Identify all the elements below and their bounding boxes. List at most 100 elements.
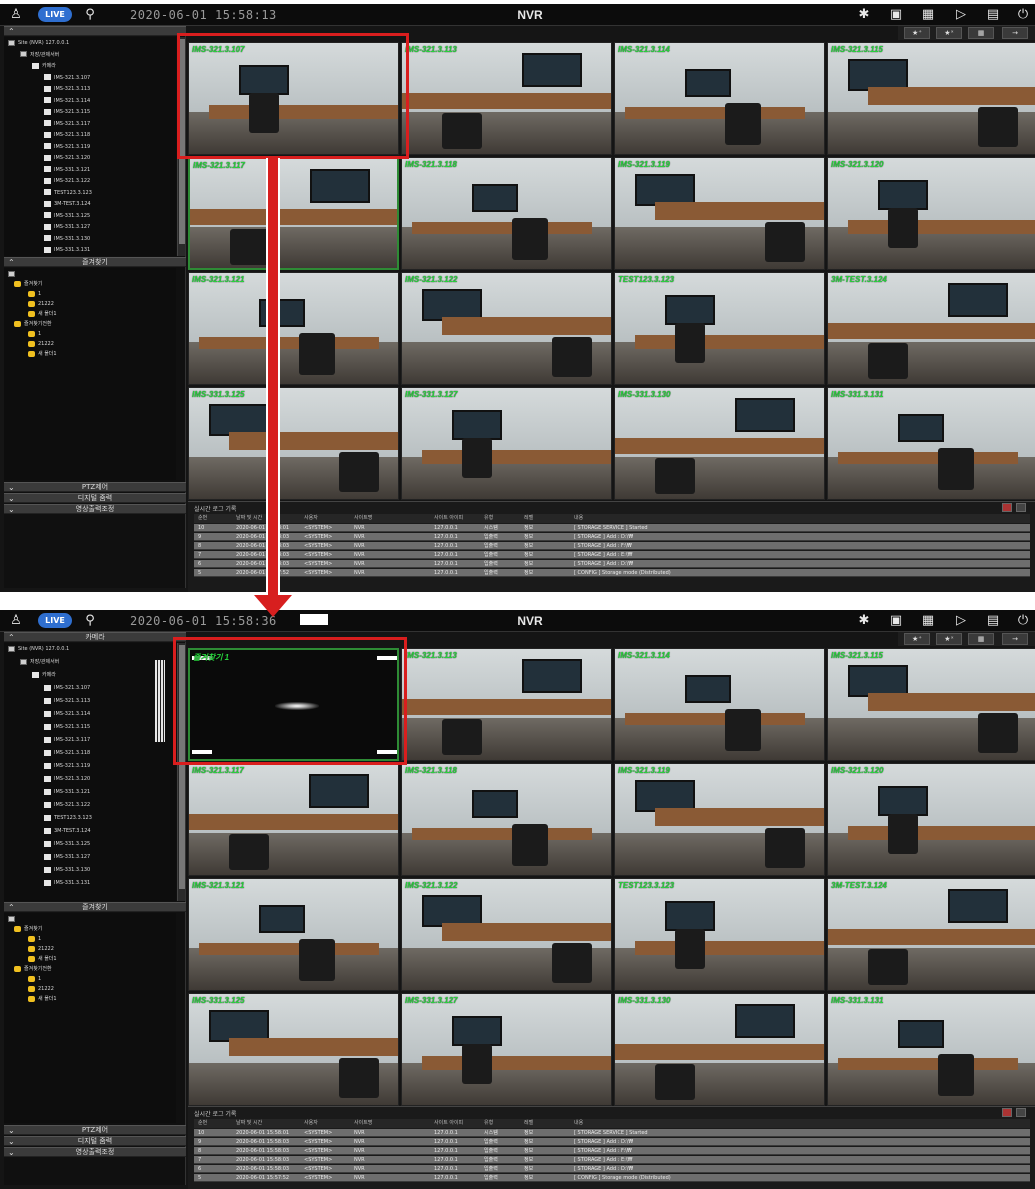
log-row[interactable]: 10 2020-06-01 15:58:01 <SYSTEM> NVR 127.0.0.… (194, 524, 1030, 532)
ptz-panel-header[interactable]: ⌄ PTZ제어 (4, 482, 186, 492)
tree-item[interactable]: IMS-331.3.125 (44, 840, 90, 849)
camera-tile[interactable]: IMS-321.3.121 (188, 272, 399, 385)
video-output-panel-header[interactable]: ⌄ 영상출력조정 (4, 504, 186, 514)
log-row[interactable]: 6 2020-06-01 15:58:03 <SYSTEM> NVR 127.0.0.1… (194, 560, 1030, 568)
camera-tile[interactable]: IMS-331.3.130 (614, 387, 825, 500)
camera-panel-header[interactable]: ⌃ (4, 26, 186, 36)
ptz-panel-header[interactable]: ⌄ PTZ제어 (4, 1125, 186, 1135)
tree-item[interactable]: IMS-331.3.127 (44, 223, 90, 232)
monitor-icon[interactable]: ▤ (985, 7, 1001, 23)
camera-tile[interactable]: IMS-331.3.125 (188, 387, 399, 500)
tree-item[interactable]: TEST123.3.123 (44, 189, 92, 198)
camera-tile[interactable]: IMS-331.3.125 (188, 993, 399, 1106)
tree-item[interactable]: TEST123.3.123 (44, 814, 92, 823)
tree-item[interactable]: IMS-321.3.118 (44, 749, 90, 758)
power-icon[interactable]: ⏻ (1015, 7, 1031, 23)
camera-tile[interactable]: IMS-321.3.117 (188, 763, 399, 876)
tree-item[interactable]: IMS-331.3.131 (44, 246, 90, 255)
camera-tile[interactable]: IMS-321.3.119 (614, 763, 825, 876)
log-row[interactable]: 10 2020-06-01 15:58:01 <SYSTEM> NVR 127.0.0.… (194, 1129, 1030, 1137)
favorite-item[interactable]: 새 폴더1 (28, 310, 57, 319)
log-clear-button[interactable] (1002, 1108, 1012, 1117)
favorite-item[interactable]: 즐겨찾기 (14, 280, 42, 289)
tree-item[interactable]: IMS-321.3.122 (44, 801, 90, 810)
tree-item[interactable]: IMS-321.3.113 (44, 85, 90, 94)
log-row[interactable]: 7 2020-06-01 15:58:03 <SYSTEM> NVR 127.0.0.1… (194, 1156, 1030, 1164)
tree-item[interactable]: IMS-321.3.107 (44, 684, 90, 693)
camera-tile[interactable]: IMS-331.3.131 (827, 387, 1035, 500)
tree-item[interactable]: 3M-TEST.3.124 (44, 827, 91, 836)
favorite-item[interactable]: 21222 (28, 945, 54, 954)
camera-tile[interactable]: IMS-321.3.117 (188, 157, 399, 270)
settings-icon[interactable]: ✱ (856, 613, 872, 629)
live-button[interactable]: LIVE (38, 613, 72, 628)
tree-item[interactable]: IMS-321.3.107 (44, 74, 90, 83)
favorite-item[interactable]: 새 폴더1 (28, 350, 57, 359)
log-row[interactable]: 9 2020-06-01 15:58:03 <SYSTEM> NVR 127.0.0.1… (194, 533, 1030, 541)
camera-tile[interactable]: TEST123.3.123 (614, 272, 825, 385)
log-row[interactable]: 7 2020-06-01 15:58:03 <SYSTEM> NVR 127.0.0.1… (194, 551, 1030, 559)
camera-tile[interactable]: IMS-321.3.120 (827, 763, 1035, 876)
log-expand-button[interactable] (1016, 1108, 1026, 1117)
favorite-item[interactable]: 21222 (28, 300, 54, 309)
monitor-icon[interactable]: ▤ (985, 613, 1001, 629)
chevron-up-icon[interactable]: ⌃ (8, 27, 15, 36)
search-icon[interactable]: ⚲ (82, 613, 98, 629)
favorite-item[interactable]: 1 (28, 935, 41, 944)
camera-tile[interactable]: 3M-TEST.3.124 (827, 272, 1035, 385)
camera-tile[interactable]: IMS-331.3.127 (401, 993, 612, 1106)
camera-tile[interactable]: IMS-321.3.121 (188, 878, 399, 991)
tree-item[interactable]: IMS-321.3.113 (44, 697, 90, 706)
next-page-button[interactable]: → (1002, 27, 1028, 39)
camera-tile[interactable]: IMS-321.3.122 (401, 878, 612, 991)
camera-tile[interactable]: IMS-321.3.122 (401, 272, 612, 385)
favorites-root[interactable] (8, 915, 18, 924)
digital-zoom-panel-header[interactable]: ⌄ 디지털 줌력 (4, 493, 186, 503)
remove-favorite-button[interactable]: ★ˣ (936, 633, 962, 645)
tree-item[interactable]: IMS-331.3.125 (44, 212, 90, 221)
tree-item[interactable]: 저장/관제서버 (20, 51, 59, 60)
add-favorite-button[interactable]: ★⁺ (904, 633, 930, 645)
tree-item[interactable]: IMS-321.3.114 (44, 710, 90, 719)
tree-item[interactable]: IMS-321.3.120 (44, 775, 90, 784)
tree-item[interactable]: IMS-331.3.121 (44, 788, 90, 797)
log-clear-button[interactable] (1002, 503, 1012, 512)
tree-item[interactable]: IMS-321.3.122 (44, 177, 90, 186)
settings-icon[interactable]: ✱ (856, 7, 872, 23)
camera-tile[interactable]: IMS-331.3.131 (827, 993, 1035, 1106)
tree-item[interactable]: IMS-321.3.115 (44, 108, 90, 117)
screen-icon[interactable]: ▦ (920, 7, 936, 23)
power-icon[interactable]: ⏻ (1015, 613, 1031, 629)
tree-item[interactable]: 저장/관제서버 (20, 658, 59, 667)
grid-layout-button[interactable]: ▦ (968, 633, 994, 645)
favorite-item[interactable]: 즐겨찾기 (14, 925, 42, 934)
chevron-down-icon[interactable]: ⌄ (8, 1126, 15, 1135)
tree-item[interactable]: IMS-331.3.127 (44, 853, 90, 862)
tree-item[interactable]: IMS-321.3.119 (44, 143, 90, 152)
favorite-item[interactable]: 1 (28, 290, 41, 299)
camera-icon[interactable]: ▣ (888, 7, 904, 23)
grid-layout-button[interactable]: ▦ (968, 27, 994, 39)
tree-item[interactable]: IMS-321.3.117 (44, 736, 90, 745)
tree-item[interactable]: Site (NVR) 127.0.0.1 (8, 39, 69, 48)
favorite-item[interactable]: 1 (28, 975, 41, 984)
chevron-up-icon[interactable]: ⌃ (8, 633, 15, 642)
chevron-up-icon[interactable]: ⌃ (8, 258, 15, 267)
camera-tile[interactable]: IMS-321.3.120 (827, 157, 1035, 270)
favorite-item[interactable]: 새 폴더1 (28, 995, 57, 1004)
camera-tile[interactable]: IMS-321.3.118 (401, 157, 612, 270)
tree-item[interactable]: IMS-321.3.119 (44, 762, 90, 771)
user-icon[interactable]: ♙ (8, 613, 24, 629)
tree-item[interactable]: IMS-331.3.130 (44, 235, 90, 244)
tree-item[interactable]: IMS-321.3.120 (44, 154, 90, 163)
chevron-down-icon[interactable]: ⌄ (8, 505, 15, 514)
favorite-item[interactable]: 즐겨찾기전환 (14, 320, 52, 329)
chevron-down-icon[interactable]: ⌄ (8, 494, 15, 503)
tree-item[interactable]: IMS-331.3.121 (44, 166, 90, 175)
camera-tile[interactable]: IMS-321.3.113 (401, 648, 612, 761)
camera-tile[interactable]: IMS-321.3.119 (614, 157, 825, 270)
favorites-panel-header[interactable]: ⌃ 즐겨찾기 (4, 902, 186, 912)
favorites-panel-header[interactable]: ⌃ 즐겨찾기 (4, 257, 186, 267)
camera-tile[interactable]: IMS-321.3.118 (401, 763, 612, 876)
tree-item[interactable]: IMS-321.3.114 (44, 97, 90, 106)
